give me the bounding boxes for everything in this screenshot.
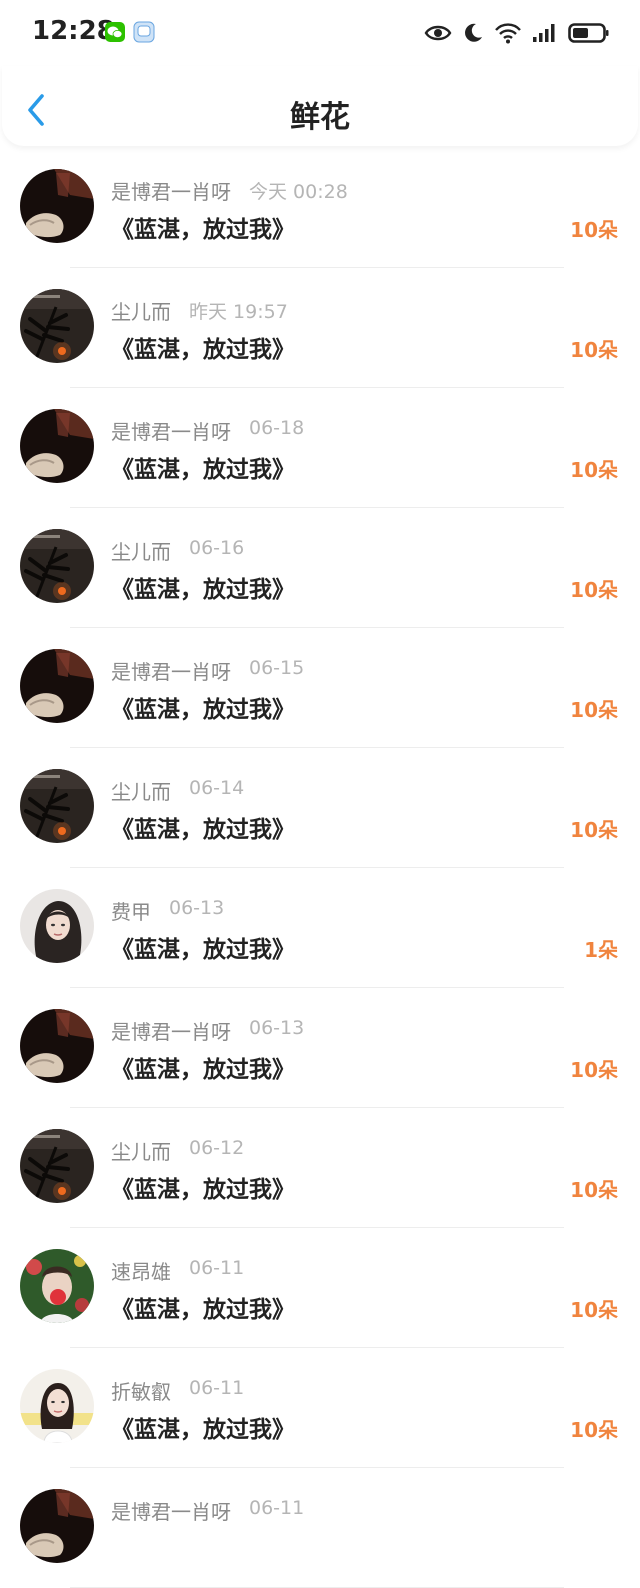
timestamp: 06-12 — [189, 1137, 245, 1159]
book-title: 《蓝湛，放过我》 — [111, 457, 295, 483]
timestamp: 06-15 — [249, 657, 305, 679]
list-item[interactable]: 是博君一肖呀 06-11 — [0, 1468, 640, 1588]
status-icons — [424, 18, 610, 48]
timestamp: 06-16 — [189, 537, 245, 559]
flower-record-list: 是博君一肖呀 今天 00:28 《蓝湛，放过我》 10朵 尘儿而 昨天 19:57 《蓝湛… — [0, 148, 640, 1588]
eye-icon — [424, 25, 452, 41]
timestamp: 06-11 — [249, 1497, 305, 1519]
avatar[interactable] — [20, 289, 94, 363]
status-bar: 12:28 — [0, 0, 640, 66]
book-title: 《蓝湛，放过我》 — [111, 1417, 295, 1443]
moon-icon — [465, 23, 482, 42]
flower-count: 10朵 — [570, 1178, 618, 1202]
avatar[interactable] — [20, 1009, 94, 1083]
book-title: 《蓝湛，放过我》 — [111, 1057, 295, 1083]
list-item[interactable]: 是博君一肖呀 06-18 《蓝湛，放过我》 10朵 — [0, 388, 640, 508]
avatar[interactable] — [20, 649, 94, 723]
book-title: 《蓝湛，放过我》 — [111, 337, 295, 363]
timestamp: 昨天 19:57 — [189, 301, 288, 323]
list-item[interactable]: 是博君一肖呀 06-15 《蓝湛，放过我》 10朵 — [0, 628, 640, 748]
flower-count: 10朵 — [570, 338, 618, 362]
user-name[interactable]: 尘儿而 — [111, 536, 171, 565]
flower-count: 10朵 — [570, 698, 618, 722]
wifi-icon — [495, 23, 521, 44]
chat-app-icon — [133, 21, 155, 43]
book-title: 《蓝湛，放过我》 — [111, 937, 295, 963]
list-item[interactable]: 尘儿而 06-14 《蓝湛，放过我》 10朵 — [0, 748, 640, 868]
avatar[interactable] — [20, 1369, 94, 1443]
timestamp: 06-13 — [249, 1017, 305, 1039]
timestamp: 06-14 — [189, 777, 245, 799]
book-title: 《蓝湛，放过我》 — [111, 697, 295, 723]
flower-count: 10朵 — [570, 1418, 618, 1442]
avatar[interactable] — [20, 1489, 94, 1563]
list-item[interactable]: 是博君一肖呀 06-13 《蓝湛，放过我》 10朵 — [0, 988, 640, 1108]
user-name[interactable]: 尘儿而 — [111, 776, 171, 805]
status-time: 12:28 — [32, 16, 115, 46]
list-item[interactable]: 尘儿而 06-16 《蓝湛，放过我》 10朵 — [0, 508, 640, 628]
user-name[interactable]: 是博君一肖呀 — [111, 1496, 231, 1525]
book-title: 《蓝湛，放过我》 — [111, 217, 295, 243]
list-item[interactable]: 是博君一肖呀 今天 00:28 《蓝湛，放过我》 10朵 — [0, 148, 640, 268]
list-item[interactable]: 费甲 06-13 《蓝湛，放过我》 1朵 — [0, 868, 640, 988]
book-title: 《蓝湛，放过我》 — [111, 817, 295, 843]
battery-icon — [568, 23, 609, 43]
wechat-icon — [105, 22, 125, 42]
avatar[interactable] — [20, 1249, 94, 1323]
user-name[interactable]: 折敏叡 — [111, 1376, 171, 1405]
timestamp: 06-11 — [189, 1257, 245, 1279]
user-name[interactable]: 是博君一肖呀 — [111, 1016, 231, 1045]
avatar[interactable] — [20, 529, 94, 603]
timestamp: 今天 00:28 — [249, 181, 348, 203]
avatar[interactable] — [20, 769, 94, 843]
avatar[interactable] — [20, 169, 94, 243]
timestamp: 06-18 — [249, 417, 305, 439]
user-name[interactable]: 是博君一肖呀 — [111, 416, 231, 445]
timestamp: 06-13 — [169, 897, 225, 919]
user-name[interactable]: 是博君一肖呀 — [111, 176, 231, 205]
book-title: 《蓝湛，放过我》 — [111, 1177, 295, 1203]
avatar[interactable] — [20, 1129, 94, 1203]
flower-count: 1朵 — [584, 938, 618, 962]
user-name[interactable]: 尘儿而 — [111, 1136, 171, 1165]
signal-icon — [533, 24, 555, 42]
avatar[interactable] — [20, 409, 94, 483]
flower-count: 10朵 — [570, 218, 618, 242]
flower-count: 10朵 — [570, 818, 618, 842]
flower-count: 10朵 — [570, 458, 618, 482]
user-name[interactable]: 尘儿而 — [111, 296, 171, 325]
list-item[interactable]: 尘儿而 昨天 19:57 《蓝湛，放过我》 10朵 — [0, 268, 640, 388]
user-name[interactable]: 速昂雄 — [111, 1256, 171, 1285]
user-name[interactable]: 是博君一肖呀 — [111, 656, 231, 685]
flower-count: 10朵 — [570, 1058, 618, 1082]
avatar[interactable] — [20, 889, 94, 963]
user-name[interactable]: 费甲 — [111, 896, 151, 925]
page-title: 鲜花 — [290, 100, 350, 135]
book-title: 《蓝湛，放过我》 — [111, 1297, 295, 1323]
flower-count: 10朵 — [570, 578, 618, 602]
list-item[interactable]: 速昂雄 06-11 《蓝湛，放过我》 10朵 — [0, 1228, 640, 1348]
book-title: 《蓝湛，放过我》 — [111, 577, 295, 603]
timestamp: 06-11 — [189, 1377, 245, 1399]
list-item[interactable]: 尘儿而 06-12 《蓝湛，放过我》 10朵 — [0, 1108, 640, 1228]
nav-header: 鲜花 — [2, 66, 638, 146]
list-item[interactable]: 折敏叡 06-11 《蓝湛，放过我》 10朵 — [0, 1348, 640, 1468]
flower-count: 10朵 — [570, 1298, 618, 1322]
